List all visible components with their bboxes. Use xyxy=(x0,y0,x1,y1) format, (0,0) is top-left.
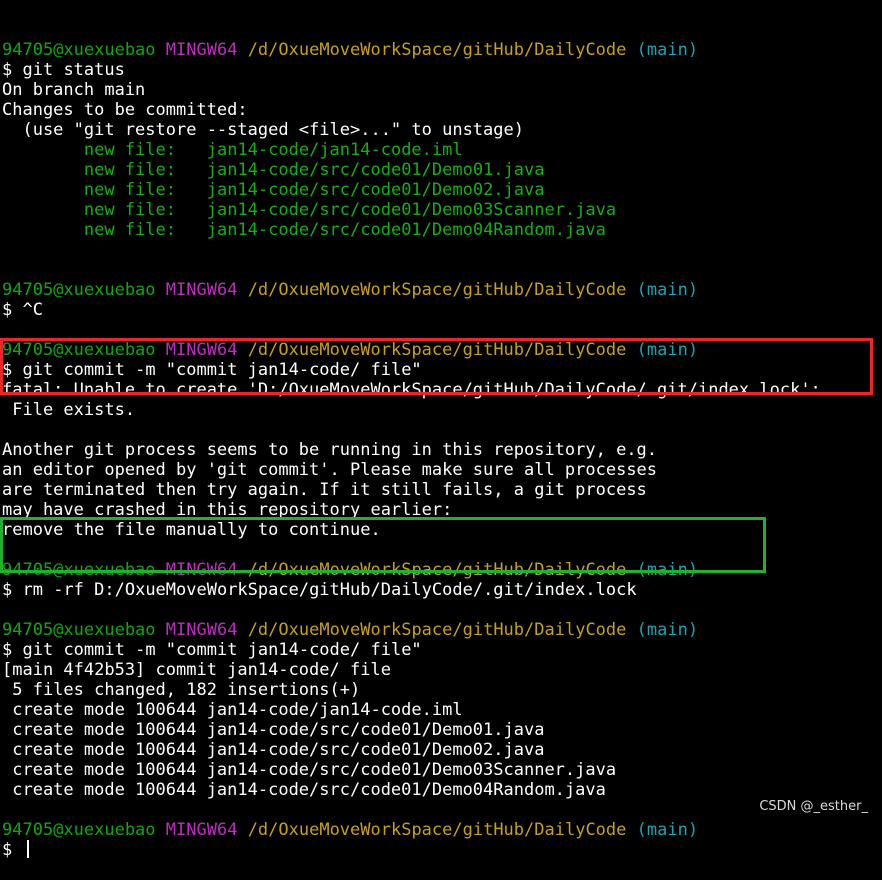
prompt-line: 94705@xuexuebao MINGW64 /d/OxueMoveWorkS… xyxy=(2,820,882,840)
command-line: $ rm -rf D:/OxueMoveWorkSpace/gitHub/Dai… xyxy=(2,580,882,600)
staged-label: new file: xyxy=(83,160,177,180)
output-line: File exists. xyxy=(2,400,136,420)
output-line: create mode 100644 jan14-code/src/code01… xyxy=(2,780,606,800)
watermark: CSDN @_esther_ xyxy=(759,799,868,814)
staged-file-line: new file: jan14-code/jan14-code.iml xyxy=(2,140,882,160)
prompt-user: 94705@xuexuebao xyxy=(2,820,156,840)
staged-file-path: jan14-code/src/code01/Demo01.java xyxy=(206,160,545,180)
output-line: create mode 100644 jan14-code/src/code01… xyxy=(2,720,545,740)
command-line: $ git status xyxy=(2,60,882,80)
output-line: [main 4f42b53] commit jan14-code/ file xyxy=(2,660,391,680)
prompt-user: 94705@xuexuebao xyxy=(2,280,156,300)
prompt-symbol: $ xyxy=(2,640,13,660)
text-cursor[interactable] xyxy=(26,840,29,858)
output-line: create mode 100644 jan14-code/src/code01… xyxy=(2,740,545,760)
staged-label: new file: xyxy=(83,180,177,200)
prompt-symbol: $ xyxy=(2,840,13,860)
prompt-symbol: $ xyxy=(2,580,13,600)
command-highlight-box xyxy=(0,517,766,573)
prompt-branch: (main) xyxy=(636,620,699,640)
prompt-path: /d/OxueMoveWorkSpace/gitHub/DailyCode xyxy=(247,820,627,840)
output-line: Changes to be committed: xyxy=(2,100,248,120)
prompt-host: MINGW64 xyxy=(165,280,238,300)
prompt-host: MINGW64 xyxy=(165,40,238,60)
staged-file-path: jan14-code/src/code01/Demo03Scanner.java xyxy=(206,200,617,220)
staged-file-line: new file: jan14-code/src/code01/Demo01.j… xyxy=(2,160,882,180)
prompt-symbol: $ xyxy=(2,60,13,80)
output-line: create mode 100644 jan14-code/src/code01… xyxy=(2,760,617,780)
output-line: are terminated then try again. If it sti… xyxy=(2,480,647,500)
command-text: rm -rf D:/OxueMoveWorkSpace/gitHub/Daily… xyxy=(22,580,637,600)
command-text: git status xyxy=(22,60,125,80)
output-line: (use "git restore --staged <file>..." to… xyxy=(2,120,524,140)
prompt-user: 94705@xuexuebao xyxy=(2,40,156,60)
staged-file-path: jan14-code/src/code01/Demo02.java xyxy=(206,180,545,200)
prompt-line: 94705@xuexuebao MINGW64 /d/OxueMoveWorkS… xyxy=(2,280,882,300)
prompt-host: MINGW64 xyxy=(165,820,238,840)
output-line: an editor opened by 'git commit'. Please… xyxy=(2,460,658,480)
prompt-symbol: $ xyxy=(2,300,13,320)
output-line: On branch main xyxy=(2,80,146,100)
output-line: Another git process seems to be running … xyxy=(2,440,658,460)
error-highlight-box xyxy=(0,338,873,395)
command-text: ^C xyxy=(22,300,43,320)
command-text: git commit -m "commit jan14-code/ file" xyxy=(22,640,422,660)
output-line: 5 files changed, 182 insertions(+) xyxy=(2,680,361,700)
prompt-host: MINGW64 xyxy=(165,620,238,640)
staged-label: new file: xyxy=(83,220,177,240)
terminal-window[interactable]: 94705@xuexuebao MINGW64 /d/OxueMoveWorkS… xyxy=(0,0,882,860)
output-line: create mode 100644 jan14-code/jan14-code… xyxy=(2,700,463,720)
prompt-path: /d/OxueMoveWorkSpace/gitHub/DailyCode xyxy=(247,40,627,60)
staged-label: new file: xyxy=(83,140,177,160)
prompt-line: 94705@xuexuebao MINGW64 /d/OxueMoveWorkS… xyxy=(2,40,882,60)
staged-label: new file: xyxy=(83,200,177,220)
staged-file-line: new file: jan14-code/src/code01/Demo04Ra… xyxy=(2,220,882,240)
prompt-branch: (main) xyxy=(636,280,699,300)
prompt-branch: (main) xyxy=(636,820,699,840)
prompt-path: /d/OxueMoveWorkSpace/gitHub/DailyCode xyxy=(247,280,627,300)
prompt-user: 94705@xuexuebao xyxy=(2,620,156,640)
staged-file-path: jan14-code/src/code01/Demo04Random.java xyxy=(206,220,606,240)
prompt-line: 94705@xuexuebao MINGW64 /d/OxueMoveWorkS… xyxy=(2,620,882,640)
staged-file-path: jan14-code/jan14-code.iml xyxy=(206,140,463,160)
command-line: $ git commit -m "commit jan14-code/ file… xyxy=(2,640,882,660)
staged-file-line: new file: jan14-code/src/code01/Demo03Sc… xyxy=(2,200,882,220)
staged-file-line: new file: jan14-code/src/code01/Demo02.j… xyxy=(2,180,882,200)
command-line: $ ^C xyxy=(2,300,882,320)
command-line: $ xyxy=(2,840,882,860)
prompt-branch: (main) xyxy=(636,40,699,60)
terminal-output: 94705@xuexuebao MINGW64 /d/OxueMoveWorkS… xyxy=(2,40,882,860)
prompt-path: /d/OxueMoveWorkSpace/gitHub/DailyCode xyxy=(247,620,627,640)
